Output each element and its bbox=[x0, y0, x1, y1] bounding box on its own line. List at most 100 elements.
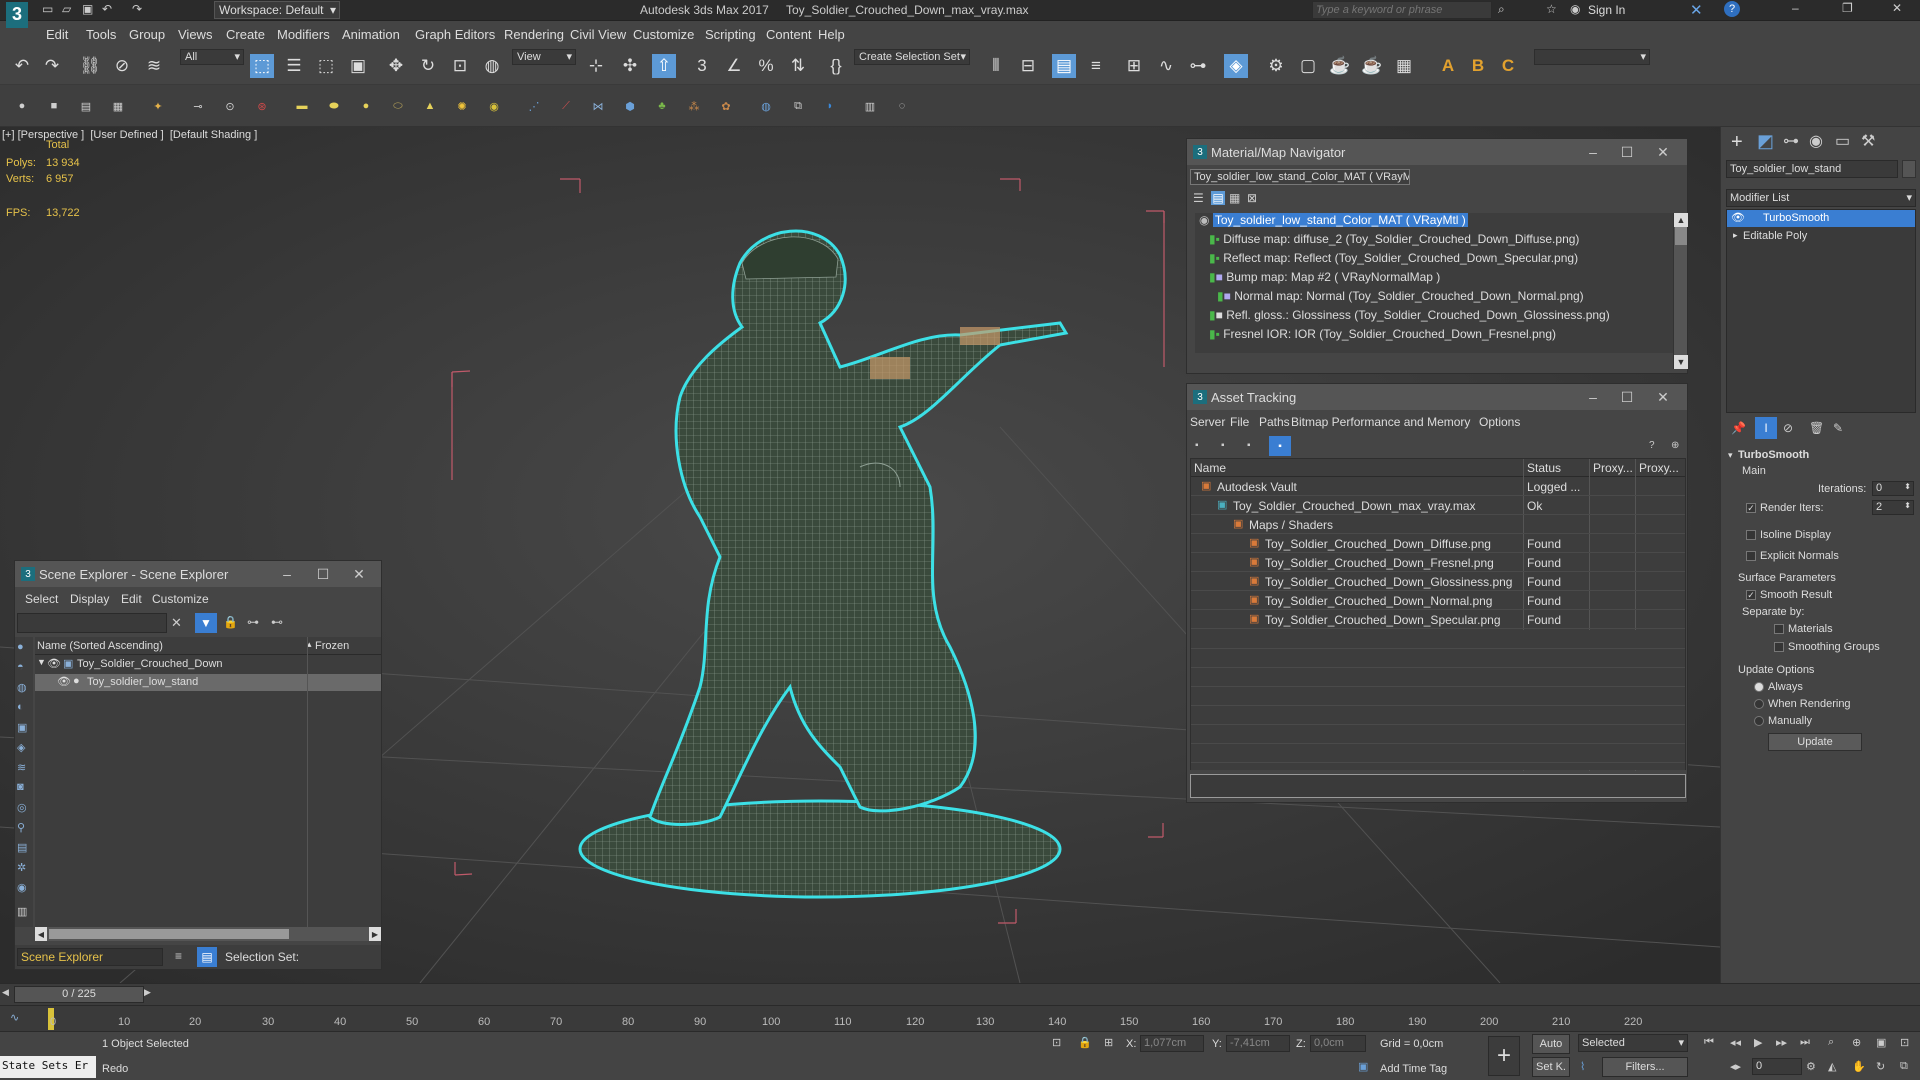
close-icon[interactable]: ✕ bbox=[1643, 139, 1683, 165]
star-icon[interactable]: ☆ bbox=[1546, 2, 1557, 16]
render-iters-spinner[interactable]: 2 ⬍ bbox=[1872, 500, 1914, 515]
show-end-result-icon[interactable]: ǀ bbox=[1755, 417, 1777, 439]
lock-icon[interactable]: 🔒 bbox=[223, 615, 238, 629]
link-icon[interactable]: ⛓ bbox=[78, 54, 102, 78]
leaf-icon[interactable]: ♣ bbox=[654, 98, 670, 114]
clear-search-icon[interactable]: ✕ bbox=[171, 615, 182, 631]
expand-icon[interactable]: ▼ bbox=[37, 657, 46, 667]
select-manipulate-icon[interactable]: ✣ bbox=[618, 54, 642, 78]
auto-key-button[interactable]: Auto bbox=[1532, 1034, 1570, 1054]
time-prev-icon[interactable]: ◀ bbox=[2, 987, 9, 998]
keyboard-shortcut-icon[interactable]: ⇧ bbox=[652, 54, 676, 78]
groups-filter-icon[interactable]: ◙ bbox=[17, 781, 24, 793]
bones-filter-icon[interactable]: ⚲ bbox=[17, 821, 25, 834]
light-bulb-icon[interactable]: ◉ bbox=[486, 98, 502, 114]
tool-a-icon[interactable]: ⊸ bbox=[190, 98, 206, 114]
orbit-icon[interactable]: ↻ bbox=[1876, 1060, 1885, 1073]
exchange-icon[interactable]: ✕ bbox=[1690, 1, 1703, 19]
menu-animation[interactable]: Animation bbox=[342, 27, 400, 42]
materials-checkbox[interactable]: Materials bbox=[1774, 623, 1833, 635]
list-view-icon[interactable]: ☰ bbox=[1193, 191, 1204, 205]
angle-snap-icon[interactable]: ∠ bbox=[722, 54, 746, 78]
set-key-button[interactable]: Set K. bbox=[1532, 1057, 1570, 1077]
list-item[interactable]: ▼ 👁 ▣ Toy_Soldier_Crouched_Down bbox=[35, 656, 381, 673]
unlink-icon[interactable]: ⊘ bbox=[110, 54, 134, 78]
disc-icon[interactable]: ⬬ bbox=[326, 98, 342, 114]
workspace-dropdown[interactable]: Workspace: Default ▾ bbox=[214, 1, 340, 19]
restore-icon[interactable]: ❐ bbox=[1842, 1, 1853, 15]
close-icon[interactable]: ✕ bbox=[339, 561, 379, 587]
info-icon[interactable]: ◌ bbox=[894, 98, 910, 114]
trackbar[interactable]: ∿ 0 10 20 30 40 50 60 70 80 90 100 110 1… bbox=[0, 1005, 1920, 1031]
key-mode-toggle-icon[interactable]: ◂▸ bbox=[1730, 1060, 1741, 1073]
material-tree-root[interactable]: ◉ Toy_soldier_low_stand_Color_MAT ( VRay… bbox=[1199, 213, 1468, 231]
table-row[interactable]: ▣ Toy_Soldier_Crouched_Down_Specular.png… bbox=[1191, 611, 1685, 629]
isolate-selection-icon[interactable]: ⊡ bbox=[1052, 1036, 1061, 1049]
grid2-icon[interactable]: ▦ bbox=[110, 98, 126, 114]
teapot-icon[interactable]: ● bbox=[14, 98, 30, 114]
scroll-up-icon[interactable]: ▲ bbox=[1674, 213, 1688, 227]
sun-icon[interactable]: ✺ bbox=[454, 98, 470, 114]
explicit-normals-checkbox[interactable]: Explicit Normals bbox=[1746, 550, 1839, 562]
all-filter-icon[interactable]: ▥ bbox=[17, 905, 27, 918]
render-iters-checkbox[interactable]: ✓ Render Iters: bbox=[1746, 502, 1824, 514]
new-file-icon[interactable]: ▭ bbox=[42, 2, 53, 16]
mirror-icon[interactable]: ⫴ bbox=[984, 54, 1008, 78]
create-tab-icon[interactable]: + bbox=[1731, 131, 1743, 154]
material-tree-item[interactable]: ▮■ Bump map: Map #2 ( VRayNormalMap ) bbox=[1209, 270, 1440, 288]
menu-group[interactable]: Group bbox=[129, 27, 165, 42]
object-name-field[interactable] bbox=[1726, 160, 1898, 178]
filter-icon[interactable]: ▼ bbox=[195, 613, 217, 633]
tool-c-icon[interactable]: ⊛ bbox=[254, 98, 270, 114]
menu-edit[interactable]: Edit bbox=[46, 27, 68, 42]
mesh-export-icon[interactable]: ⧉ bbox=[790, 98, 806, 114]
time-tag-icon[interactable]: ▣ bbox=[1358, 1060, 1368, 1073]
asset-menu-file[interactable]: File bbox=[1230, 415, 1249, 429]
time-slider[interactable]: ◀ 0 / 225 ▶ bbox=[0, 983, 1920, 1005]
zoom-extents-icon[interactable]: ▣ bbox=[1876, 1036, 1886, 1049]
undo-icon[interactable]: ↶ bbox=[102, 2, 112, 16]
modify-tab-icon[interactable]: ◩ bbox=[1757, 131, 1774, 152]
hierarchy-tab-icon[interactable]: ⊶ bbox=[1783, 131, 1799, 151]
material-tree-item[interactable]: ▮■ Refl. gloss.: Glossiness (Toy_Soldier… bbox=[1209, 308, 1610, 326]
user-icon[interactable]: ◉ bbox=[1570, 2, 1580, 16]
asset-path-field[interactable] bbox=[1190, 774, 1686, 798]
menu-create[interactable]: Create bbox=[226, 27, 265, 42]
selection-set-icon[interactable]: ▤ bbox=[197, 947, 217, 967]
checkbox-checked[interactable]: ✓ bbox=[1746, 503, 1756, 514]
select-by-name-icon[interactable]: ☰ bbox=[282, 54, 306, 78]
containers-filter-icon[interactable]: ▤ bbox=[17, 841, 27, 854]
menu-tools[interactable]: Tools bbox=[86, 27, 116, 42]
menu-views[interactable]: Views bbox=[178, 27, 212, 42]
time-slider-thumb[interactable]: 0 / 225 bbox=[14, 986, 144, 1003]
go-to-start-icon[interactable]: ⏮ bbox=[1704, 1036, 1714, 1049]
column-header-frozen[interactable]: Frozen bbox=[315, 640, 349, 652]
table-row[interactable]: ▣ Maps / Shaders bbox=[1191, 516, 1685, 534]
binoculars-icon[interactable]: ⌕ bbox=[1498, 2, 1505, 17]
table-row[interactable]: ▣ Toy_Soldier_Crouched_Down_Normal.png F… bbox=[1191, 592, 1685, 610]
modifier-list-dropdown[interactable]: Modifier List ▾ bbox=[1726, 189, 1916, 207]
asset-tool-icon[interactable]: ▪ bbox=[1195, 440, 1199, 451]
prev-frame-icon[interactable]: ◂◂ bbox=[1730, 1036, 1741, 1049]
always-radio[interactable]: Always bbox=[1754, 681, 1803, 693]
place-icon[interactable]: ◍ bbox=[480, 54, 504, 78]
edit-named-selection-icon[interactable]: {} bbox=[824, 54, 848, 78]
visibility-eye-icon[interactable]: 👁 bbox=[57, 675, 71, 688]
absolute-mode-icon[interactable]: ⊞ bbox=[1104, 1036, 1113, 1049]
current-frame-field[interactable]: 0 bbox=[1752, 1058, 1802, 1075]
material-tree-item[interactable]: ▮■ Normal map: Normal (Toy_Soldier_Crouc… bbox=[1217, 289, 1584, 307]
table-row[interactable]: ▣ Toy_Soldier_Crouched_Down_max_vray.max… bbox=[1191, 497, 1685, 515]
rendered-frame-icon[interactable]: ▢ bbox=[1296, 54, 1320, 78]
geometry-filter-icon[interactable]: ◓ bbox=[17, 661, 24, 673]
table-row[interactable]: ▣ Autodesk Vault Logged ... bbox=[1191, 478, 1685, 496]
scene-menu-display[interactable]: Display bbox=[70, 592, 109, 606]
display-all-icon[interactable]: ● bbox=[17, 641, 24, 653]
table-row[interactable]: ▣ Toy_Soldier_Crouched_Down_Fresnel.png … bbox=[1191, 554, 1685, 572]
menu-modifiers[interactable]: Modifiers bbox=[277, 27, 330, 42]
close-icon[interactable]: ✕ bbox=[1892, 1, 1902, 15]
asset-tool-icon[interactable]: ▪ bbox=[1221, 440, 1225, 451]
hierarchy2-icon[interactable]: ⊷ bbox=[271, 615, 283, 629]
frozen-filter-icon[interactable]: ✲ bbox=[17, 861, 26, 874]
column-header-status[interactable]: Status bbox=[1527, 461, 1561, 475]
viewport-label[interactable]: [+] [Perspective ] [User Defined ] [Defa… bbox=[2, 129, 257, 141]
